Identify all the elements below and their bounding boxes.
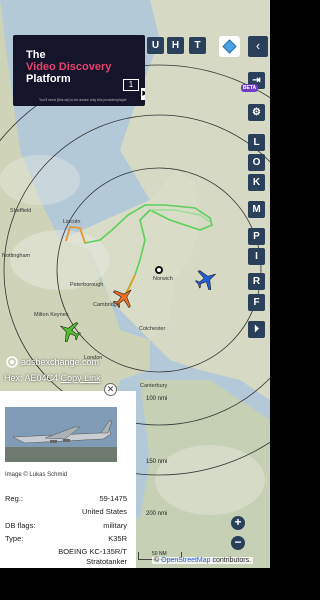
toggle-o-button[interactable]: O	[248, 154, 265, 171]
toggle-t-button[interactable]: T	[189, 37, 206, 54]
gear-icon: ⚙	[252, 107, 261, 118]
cloud	[10, 230, 110, 290]
info-value: BOEING KC-135R/T	[58, 547, 127, 556]
ad-title-line1: The	[26, 49, 46, 61]
range-ring-label: 200 nmi	[146, 511, 168, 517]
photo-credit: Image © Lukas Schmid	[5, 472, 68, 478]
info-value: United States	[81, 507, 127, 516]
city-label: Colchester	[139, 326, 166, 332]
osm-link[interactable]: OpenStreetMap	[161, 557, 210, 564]
hex-value: AE04C4	[24, 373, 59, 383]
play-circle-icon: ⏵	[254, 324, 259, 335]
adsb-logo-icon	[6, 356, 18, 368]
aircraft-icon[interactable]	[195, 268, 219, 290]
aircraft-photo-image	[5, 407, 117, 462]
toggle-i-button[interactable]: I	[248, 248, 265, 265]
cloud	[155, 445, 265, 515]
city-label: Canterbury	[140, 383, 168, 389]
layers-button[interactable]	[219, 36, 240, 57]
range-ring-label: 150 nmi	[146, 459, 168, 465]
osm-prefix: ©	[154, 557, 160, 564]
osm-suffix: contributors.	[212, 557, 252, 564]
info-label: Reg.:	[5, 494, 23, 503]
receiver-center	[157, 268, 161, 272]
info-value: military	[103, 521, 127, 530]
city-label: Peterborough	[70, 282, 104, 288]
replay-button[interactable]: ⏵	[248, 321, 265, 338]
info-value: Stratotanker	[86, 557, 127, 566]
chevron-left-icon: ‹	[255, 38, 261, 53]
toggle-p-button[interactable]: P	[248, 228, 265, 245]
osm-attribution: © OpenStreetMap contributors.	[152, 557, 254, 564]
toggle-r-button[interactable]: R	[248, 273, 265, 290]
copy-link[interactable]: Copy Link	[61, 373, 101, 383]
city-label: Nottingham	[2, 253, 31, 259]
city-label: Cambridge	[93, 302, 120, 308]
aircraft-info-panel: Image © Lukas Schmid Reg.: 59-1475 Unite…	[0, 391, 136, 568]
beta-badge: BETA	[241, 84, 258, 92]
adsbexchange-logo[interactable]: adsbexchange.com	[6, 356, 99, 368]
info-label: Type:	[5, 534, 24, 543]
toggle-l-button[interactable]: L	[248, 134, 265, 151]
layers-icon	[222, 39, 237, 54]
zoom-in-button[interactable]: +	[231, 516, 245, 530]
hex-line: Hex: AE04C4 Copy Link	[4, 373, 101, 383]
skip-next-icon[interactable]: ▶|	[141, 88, 145, 100]
zoom-out-button[interactable]: −	[231, 536, 245, 550]
settings-button[interactable]: ⚙	[248, 104, 265, 121]
aircraft-photo[interactable]	[5, 407, 117, 462]
hex-label: Hex:	[4, 373, 23, 383]
toggle-k-button[interactable]: K	[248, 174, 265, 191]
ad-title-line2: Video Discovery	[26, 61, 112, 73]
toggle-m-button[interactable]: M	[248, 201, 265, 218]
city-label: Lincoln	[63, 219, 81, 225]
ad-count: 1	[123, 79, 139, 91]
ad-title-line3: Platform	[26, 73, 71, 85]
toggle-f-button[interactable]: F	[248, 294, 265, 311]
close-icon: ✕	[106, 384, 115, 394]
ad-subtext: You'll need (this ad) to be aware only t…	[39, 98, 127, 102]
collapse-sidebar-button[interactable]: ‹	[248, 36, 268, 57]
city-label: Milton Keynes	[34, 312, 69, 318]
info-value: 59-1475	[99, 494, 127, 503]
aircraft-icon[interactable]	[57, 320, 81, 342]
city-label: Norwich	[153, 276, 173, 282]
info-label: DB flags:	[5, 521, 36, 530]
close-panel-button[interactable]: ✕	[104, 383, 117, 396]
cloud	[0, 155, 80, 205]
info-value: K35R	[108, 534, 127, 543]
toggle-u-button[interactable]: U	[147, 37, 164, 54]
toggle-h-button[interactable]: H	[167, 37, 184, 54]
range-ring-label: 100 nmi	[146, 396, 168, 402]
video-ad-panel[interactable]: The Video Discovery Platform You'll need…	[13, 35, 145, 106]
city-label: Sheffield	[10, 208, 32, 214]
adsb-logo-text: adsbexchange.com	[21, 357, 100, 367]
